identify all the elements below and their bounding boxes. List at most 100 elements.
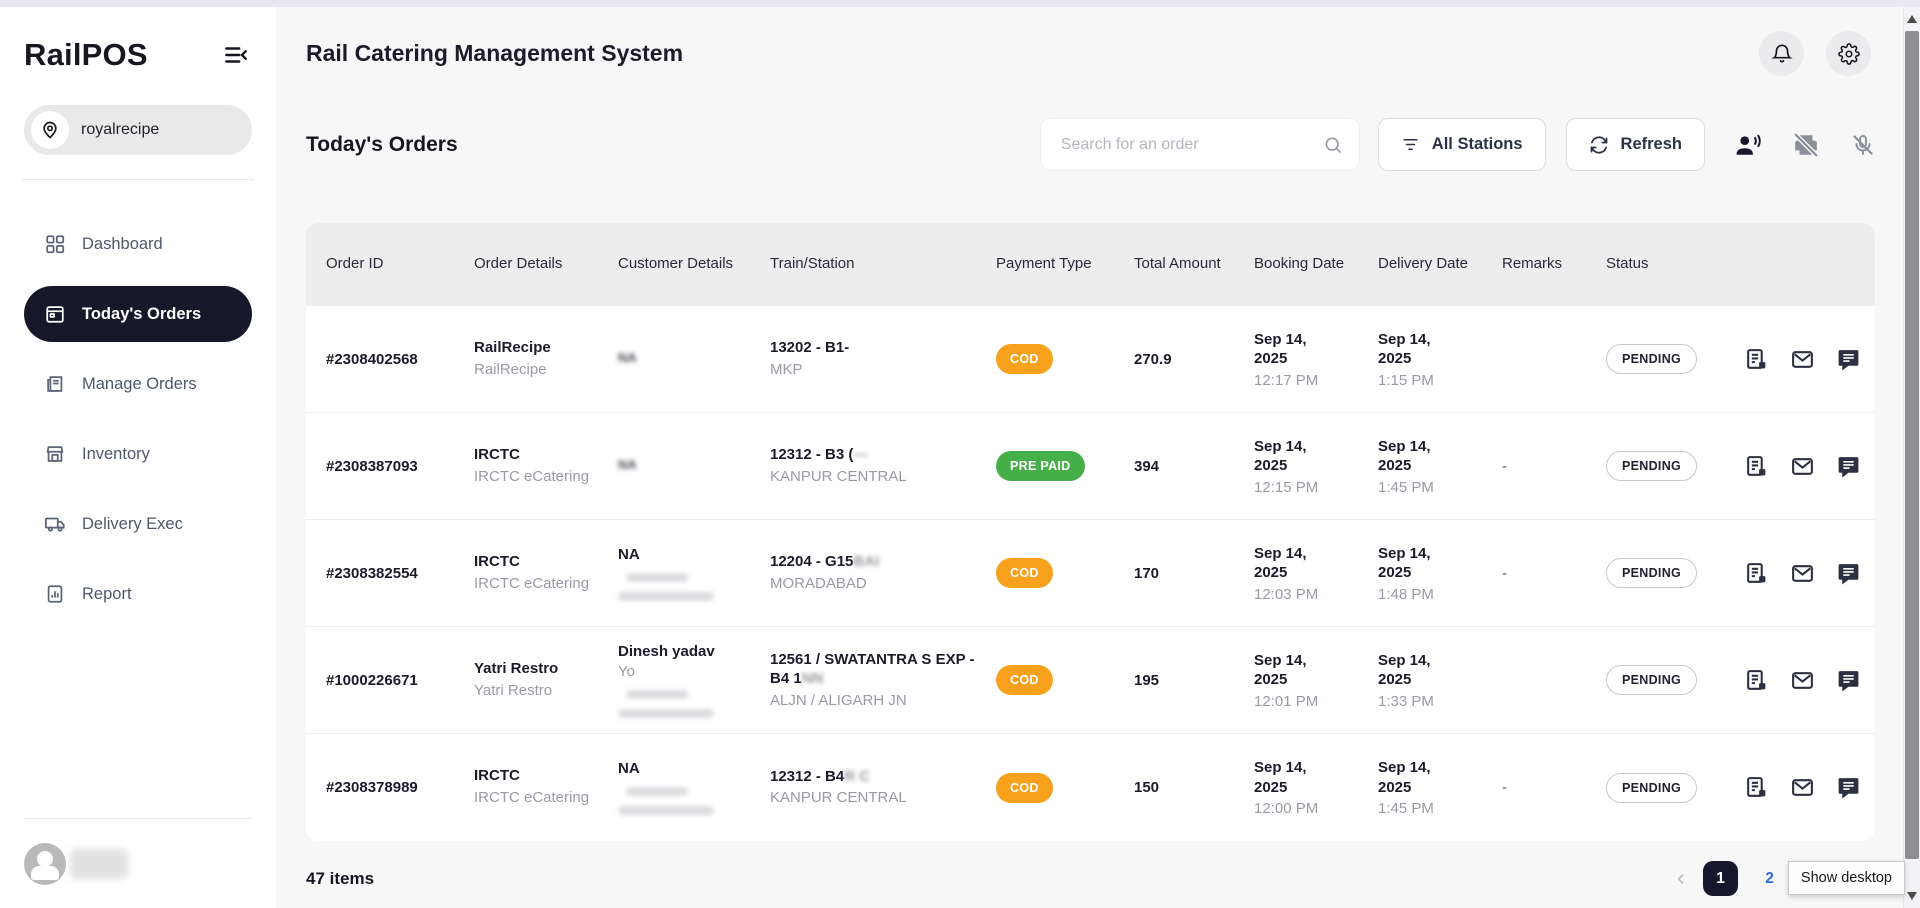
order-details: Yatri Restro Yatri Restro [474,660,618,701]
mail-icon[interactable] [1790,347,1815,372]
mail-icon[interactable] [1790,561,1815,586]
table-row[interactable]: #2308387093 IRCTC IRCTC eCatering NA 123… [306,413,1875,520]
orders-toolbar: Today's Orders All Stations Refresh [306,118,1875,171]
order-details: IRCTC IRCTC eCatering [474,553,618,594]
voice-announce-icon[interactable] [1735,132,1761,158]
outlet-selector[interactable]: royalrecipe [24,105,252,155]
mic-off-icon[interactable] [1851,133,1875,157]
sidebar-item-today-s-orders[interactable]: Today's Orders [24,286,252,342]
order-id: #2308402568 [326,351,474,368]
scrollbar[interactable] [1903,7,1920,908]
station-filter-button[interactable]: All Stations [1378,118,1546,171]
order-id: #2308387093 [326,458,474,475]
remarks: - [1502,458,1606,475]
train-station: 12312 - B3 (— KANPUR CENTRAL [770,445,996,486]
column-header: Customer Details [618,252,770,277]
mail-icon[interactable] [1790,668,1815,693]
receipt-icon[interactable] [1744,347,1769,372]
train-station: 12561 / SWATANTRA S EXP - B4 1NN ALJN / … [770,650,996,711]
notifications-button[interactable] [1759,31,1804,76]
table-footer: 47 items 12 [306,861,1875,896]
customer-sub: Yo [618,663,756,680]
customer-details: NA [618,760,770,815]
scroll-down-icon[interactable] [1907,892,1917,900]
booking-date: Sep 14, 2025 12:01 PM [1254,651,1378,710]
order-search [1040,118,1360,171]
receipt-icon[interactable] [1744,454,1769,479]
redacted-text [618,592,714,601]
train-redacted: R C [844,768,870,785]
sidebar-item-delivery-exec[interactable]: Delivery Exec [24,496,252,552]
sidebar-item-manage-orders[interactable]: Manage Orders [24,356,252,412]
printer-off-icon[interactable] [1793,132,1819,158]
order-details: IRCTC IRCTC eCatering [474,767,618,808]
customer-name: NA [618,760,756,777]
train-station: 12312 - B4R C KANPUR CENTRAL [770,767,996,808]
chat-icon[interactable] [1836,454,1861,479]
receipt-icon[interactable] [1744,668,1769,693]
mail-icon[interactable] [1790,454,1815,479]
redacted-text [626,573,688,582]
refresh-icon [1589,135,1609,155]
chevron-left-icon[interactable] [1673,871,1689,887]
orders-table: Order IDOrder DetailsCustomer DetailsTra… [306,223,1875,841]
payment-type: COD [996,773,1134,803]
order-id: #2308382554 [326,565,474,582]
show-desktop-tooltip: Show desktop [1788,861,1905,895]
orders-icon [44,373,66,395]
status: PENDING [1606,665,1744,695]
column-header: Status [1606,252,1744,277]
status-badge: PENDING [1606,665,1697,695]
page-button-2[interactable]: 2 [1752,861,1787,896]
column-header: Order ID [326,252,474,277]
mail-icon[interactable] [1790,775,1815,800]
scroll-up-icon[interactable] [1907,15,1917,23]
booking-date: Sep 14, 2025 12:15 PM [1254,437,1378,496]
sidebar-collapse-icon[interactable] [220,39,252,71]
chat-icon[interactable] [1836,561,1861,586]
page-button-1[interactable]: 1 [1703,861,1738,896]
dashboard-icon [44,233,66,255]
status-badge: PENDING [1606,773,1697,803]
booking-date: Sep 14, 2025 12:17 PM [1254,330,1378,389]
receipt-icon[interactable] [1744,561,1769,586]
status-badge: PENDING [1606,558,1697,588]
outlet-name: royalrecipe [81,121,159,139]
table-row[interactable]: #2308378989 IRCTC IRCTC eCatering NA 123… [306,734,1875,841]
sidebar-item-dashboard[interactable]: Dashboard [24,216,252,272]
sidebar-item-label: Inventory [82,445,150,464]
sidebar-user[interactable] [24,818,252,908]
payment-type: PRE PAID [996,451,1134,481]
refresh-button[interactable]: Refresh [1566,118,1705,171]
table-row[interactable]: #1000226671 Yatri Restro Yatri Restro Di… [306,627,1875,734]
customer-details: NA [618,457,770,475]
row-actions [1744,347,1875,372]
pagination: 12 [1673,861,1787,896]
window-top-strip [0,0,1920,7]
receipt-icon[interactable] [1744,775,1769,800]
customer-name: NA [618,546,756,563]
user-name-redacted [70,849,128,879]
search-input[interactable] [1061,136,1323,154]
order-details: IRCTC IRCTC eCatering [474,446,618,487]
booking-date: Sep 14, 2025 12:00 PM [1254,758,1378,817]
row-actions [1744,668,1875,693]
column-header: Delivery Date [1378,252,1502,277]
table-row[interactable]: #2308382554 IRCTC IRCTC eCatering NA 122… [306,520,1875,627]
settings-button[interactable] [1826,31,1871,76]
table-row[interactable]: #2308402568 RailRecipe RailRecipe NA 132… [306,306,1875,413]
sidebar-item-report[interactable]: Report [24,566,252,622]
chat-icon[interactable] [1836,347,1861,372]
chat-icon[interactable] [1836,668,1861,693]
section-title: Today's Orders [306,133,458,157]
sidebar-item-inventory[interactable]: Inventory [24,426,252,482]
station-name: KANPUR CENTRAL [770,789,982,808]
search-icon[interactable] [1323,135,1343,155]
status: PENDING [1606,451,1744,481]
page-title: Rail Catering Management System [306,40,683,67]
redacted-text [618,806,714,815]
scrollbar-thumb[interactable] [1905,31,1919,859]
chat-icon[interactable] [1836,775,1861,800]
status-badge: PENDING [1606,451,1697,481]
delivery-date: Sep 14, 2025 1:45 PM [1378,437,1502,496]
